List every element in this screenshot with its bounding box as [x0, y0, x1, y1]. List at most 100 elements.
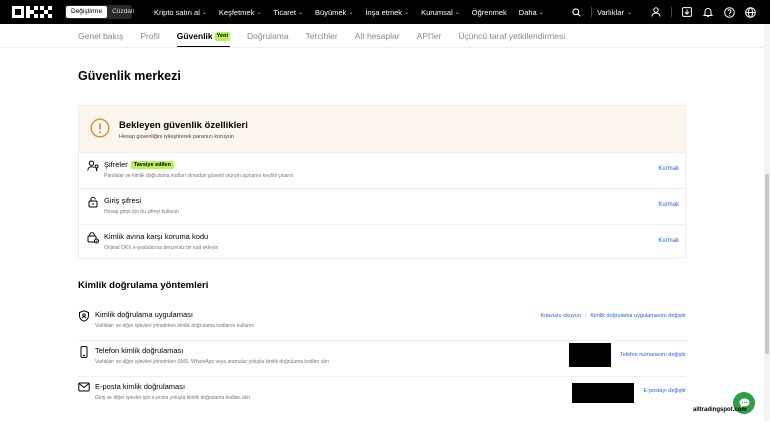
passkey-icon [87, 160, 99, 171]
tab-label: Üçüncü taraf yetkilendirmesi [458, 31, 566, 41]
user-icon[interactable] [650, 6, 662, 18]
pending-item-passkeys: Şifreler Tavsiye edilen Parolalar ve kim… [79, 152, 685, 188]
pending-item-label: Şifreler [104, 160, 128, 169]
nav-item-6[interactable]: Öğrenmek [472, 8, 507, 17]
pending-item-title: Kimlik avına karşı koruma kodu [104, 232, 208, 241]
tab-label: Doğrulama [246, 31, 289, 41]
nav-item-label: Kripto satın al [154, 7, 200, 17]
nav-item-label: Büyümek [315, 7, 347, 17]
setup-login-password-link[interactable]: Kurmak [658, 202, 679, 208]
pending-card-title: Bekleyen güvenlik özellikleri [119, 120, 248, 131]
tab-label: Güvenlik [176, 31, 213, 41]
method-title: E-posta kimlik doğrulaması [95, 382, 186, 391]
auth-methods-title: Kimlik doğrulama yöntemleri [78, 280, 209, 291]
tab-6[interactable]: API'ler [417, 24, 442, 48]
page-title: Güvenlik merkezi [78, 69, 181, 83]
nav-item-label: Kurumsal [421, 7, 453, 17]
help-icon[interactable] [723, 6, 735, 18]
chevron-down-icon: ⌄ [256, 9, 262, 16]
tab-label: Genel bakış [78, 31, 124, 41]
pending-item-description: Orijinal OKX e-postalarına benzersiz bir… [104, 245, 219, 251]
redacted-email [572, 383, 634, 403]
chevron-down-icon: ⌄ [201, 9, 207, 16]
nav-item-5[interactable]: Kurumsal ⌄ [421, 8, 460, 17]
assets-label: Varlıklar [597, 7, 624, 17]
change-phone-link[interactable]: Telefon numarasını değiştir [620, 352, 686, 358]
nav-item-label: Ticaret [273, 7, 297, 17]
setup-passkeys-link[interactable]: Kurmak [658, 166, 679, 172]
chevron-down-icon: ⌄ [404, 9, 410, 16]
wallet-mode-button[interactable]: Cüzdan [107, 6, 139, 18]
tab-0[interactable]: Genel bakış [78, 24, 123, 48]
globe-icon[interactable] [744, 6, 756, 18]
search-icon[interactable] [570, 6, 582, 18]
tab-5[interactable]: Alt hesaplar [355, 24, 400, 48]
tab-label: Profil [140, 31, 160, 41]
nav-item-0[interactable]: Kripto satın al ⌄ [154, 8, 207, 17]
account-tabs: Genel bakış Profil Güvenlik Yeni Doğrulama Te… [78, 24, 582, 48]
download-icon[interactable] [681, 6, 693, 18]
method-email: E-posta kimlik doğrulaması Giriş ve diğe… [78, 377, 686, 413]
nav-item-7[interactable]: Daha ⌄ [519, 8, 544, 17]
exchange-mode-button[interactable]: Değiştirme [66, 6, 108, 18]
scrollbar-thumb[interactable] [765, 174, 769, 354]
top-navbar: Değiştirme Cüzdan Kripto satın al ⌄ Keşfet… [0, 0, 770, 24]
tab-2[interactable]: Güvenlik Yeni [176, 24, 231, 48]
pending-security-card: Bekleyen güvenlik özellikleri Hesap güve… [78, 105, 686, 259]
pending-card-subtitle: Hesap güvenliğini iyileştirerek paranızı… [119, 134, 234, 140]
watermark: alltradingspot.com [693, 407, 747, 413]
pending-item-description: Parolalar ve kimlik doğrulama kodları ol… [104, 173, 294, 179]
main-menu: Kripto satın al ⌄ Keşfetmek ⌄ Ticaret ⌄ Büyüme… [154, 0, 556, 24]
change-email-link[interactable]: E-postayı değiştir [644, 388, 687, 394]
new-badge: Yeni [214, 31, 230, 41]
shield-icon [79, 310, 89, 322]
chevron-down-icon: ⌄ [298, 9, 304, 16]
warning-icon [90, 118, 110, 138]
nav-item-label: Keşfetmek [218, 7, 255, 17]
action-separator: | [584, 313, 587, 319]
nav-item-3[interactable]: Büyümek ⌄ [315, 8, 353, 17]
tab-label: Alt hesaplar [354, 31, 400, 41]
method-description: Giriş ve diğer işlevler için e-posta yol… [95, 395, 251, 401]
pending-item-description: Hesap girişi için bu şifreyi kullanın [104, 209, 180, 215]
pending-item-title: Şifreler Tavsiye edilen [104, 160, 174, 169]
method-authenticator-app: Kimlik doğrulama uygulaması Varlıkları v… [78, 305, 686, 341]
method-description: Varlıkları ve diğer işlevleri yönetirken… [95, 359, 329, 365]
pending-item-login-password: Giriş şifresi Hesap girişi için bu şifre… [79, 188, 685, 224]
page-scrollbar[interactable] [764, 24, 770, 421]
pending-item-anti-phishing: Kimlik avına karşı koruma kodu Orijinal … [79, 224, 685, 258]
tab-7[interactable]: Üçüncü taraf yetkilendirmesi [458, 24, 565, 48]
nav-item-label: Öğrenmek [471, 7, 507, 17]
nav-right: Varlıklar ⌄ [561, 0, 770, 24]
nav-divider [671, 7, 672, 17]
pending-card-header: Bekleyen güvenlik özellikleri Hesap güve… [79, 106, 685, 152]
method-actions: Telefon numarasını değiştir [620, 352, 686, 358]
assets-menu[interactable]: Varlıklar ⌄ [597, 8, 632, 17]
recommended-badge: Tavsiye edilen [130, 160, 174, 169]
change-authenticator-link[interactable]: Kimlik doğrulama uygulamasını değiştir [590, 313, 686, 319]
pending-item-label: Kimlik avına karşı koruma kodu [104, 232, 209, 241]
nav-item-1[interactable]: Keşfetmek ⌄ [219, 8, 261, 17]
chevron-down-icon: ⌄ [348, 9, 354, 16]
chevron-down-icon: ⌄ [454, 9, 460, 16]
method-title: Telefon kimlik doğrulaması [95, 346, 184, 355]
method-title: Kimlik doğrulama uygulaması [95, 310, 193, 319]
tab-label: API'ler [416, 31, 442, 41]
bell-icon[interactable] [702, 6, 714, 18]
method-description: Varlıkları ve diğer işlevleri yönetirken… [95, 323, 255, 329]
nav-item-4[interactable]: İnşa etmek ⌄ [365, 8, 409, 17]
tab-3[interactable]: Doğrulama [247, 24, 289, 48]
pending-item-label: Giriş şifresi [104, 196, 142, 205]
redacted-phone-number [569, 343, 611, 367]
tab-4[interactable]: Tercihler [306, 24, 338, 48]
read-guide-link[interactable]: Kılavuzu okuyun [541, 313, 581, 319]
tab-1[interactable]: Profil [140, 24, 159, 48]
mail-icon [78, 382, 90, 392]
method-actions: E-postayı değiştir [644, 388, 687, 394]
lock-icon [88, 196, 98, 208]
anti-phishing-icon [87, 232, 99, 244]
tabs-divider [0, 47, 770, 48]
nav-item-2[interactable]: Ticaret ⌄ [273, 8, 303, 17]
setup-anti-phishing-link[interactable]: Kurmak [658, 238, 679, 244]
okx-logo[interactable] [12, 6, 52, 18]
